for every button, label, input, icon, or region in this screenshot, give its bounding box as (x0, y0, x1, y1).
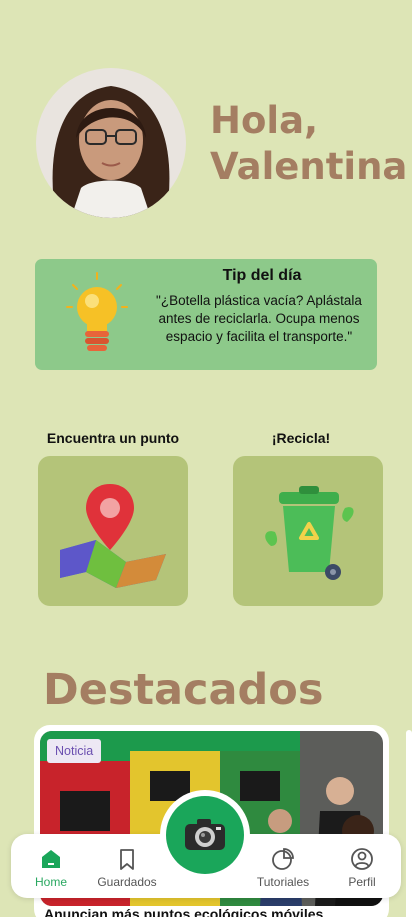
nav-tutorials[interactable]: Tutoriales (243, 834, 323, 898)
find-point-label: Encuentra un punto (46, 430, 180, 446)
nav-profile[interactable]: Perfil (322, 834, 402, 898)
nav-home[interactable]: Home (11, 834, 91, 898)
nav-home-label: Home (34, 875, 67, 889)
greeting-line1: Hola, (210, 99, 319, 142)
camera-icon (185, 819, 225, 850)
nav-tutorials-label: Tutoriales (256, 875, 310, 889)
tip-body: "¿Botella plástica vacía? Aplástala ante… (156, 293, 362, 344)
lightbulb-icon (66, 272, 128, 351)
featured-title: Destacados (43, 665, 324, 715)
profile-icon (351, 848, 373, 870)
tip-card[interactable]: Tip del día "¿Botella plástica vacía? Ap… (35, 259, 377, 370)
news-badge: Noticia (47, 739, 102, 763)
pie-chart-icon (272, 848, 294, 870)
tip-title: Tip del día (222, 267, 302, 284)
news-headline[interactable]: Anuncian más puntos ecológicos móviles (44, 906, 384, 917)
nav-saved-label: Guardados (97, 875, 157, 889)
next-card-edge (406, 730, 412, 917)
camera-button[interactable] (160, 790, 250, 880)
user-avatar[interactable] (36, 68, 186, 218)
nav-saved[interactable]: Guardados (87, 834, 167, 898)
recycle-button[interactable] (233, 456, 383, 606)
bookmark-icon (120, 849, 134, 870)
recycle-label: ¡Recicla! (271, 430, 331, 446)
find-point-button[interactable] (38, 456, 188, 606)
home-icon (42, 850, 60, 868)
recycle-bin-icon (265, 486, 354, 580)
greeting-name: Valentina (210, 145, 408, 188)
map-pin-icon (60, 484, 166, 588)
greeting: Hola, Valentina (210, 98, 407, 190)
nav-profile-label: Perfil (348, 875, 376, 889)
